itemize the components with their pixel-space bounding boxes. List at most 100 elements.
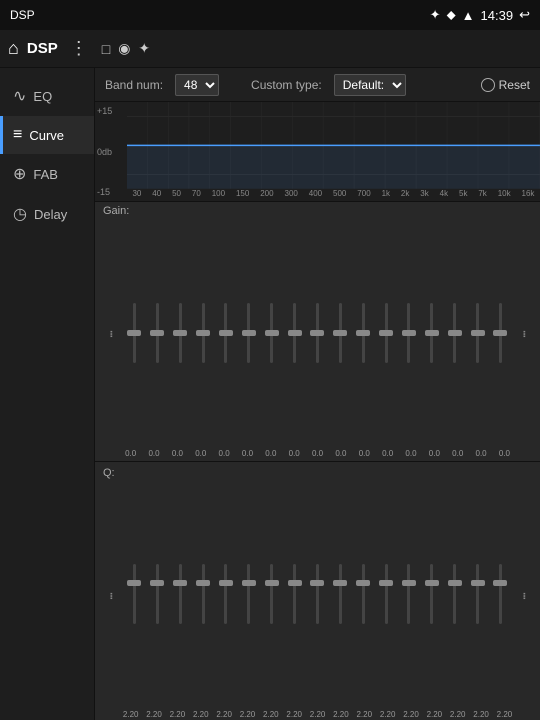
gain-slider-thumb-5[interactable] [242, 330, 256, 336]
gain-slider-track-15[interactable] [476, 303, 479, 363]
gain-slider-track-5[interactable] [247, 303, 250, 363]
sidebar-item-delay[interactable]: ◷ Delay [0, 194, 94, 234]
gain-dots-right[interactable]: ··· [512, 329, 536, 336]
gain-slider-thumb-3[interactable] [196, 330, 210, 336]
q-slider-thumb-16[interactable] [493, 580, 507, 586]
gain-slider-thumb-16[interactable] [493, 330, 507, 336]
gain-slider-track-10[interactable] [362, 303, 365, 363]
q-slider-track-12[interactable] [407, 564, 410, 624]
gain-slider-thumb-14[interactable] [448, 330, 462, 336]
gain-slider-track-3[interactable] [202, 303, 205, 363]
q-slider-track-14[interactable] [453, 564, 456, 624]
gain-slider-track-14[interactable] [453, 303, 456, 363]
gain-slider-thumb-0[interactable] [127, 330, 141, 336]
q-slider-thumb-0[interactable] [127, 580, 141, 586]
q-slider-container-3 [195, 563, 211, 625]
status-bar: DSP ✦ ⬥ ▲ 14:39 ↩ [0, 0, 540, 30]
q-slider-thumb-5[interactable] [242, 580, 256, 586]
reset-label: Reset [499, 78, 530, 92]
gain-slider-track-13[interactable] [430, 303, 433, 363]
custom-type-select[interactable]: Default: Custom [334, 74, 406, 96]
gain-slider-track-0[interactable] [133, 303, 136, 363]
q-slider-track-13[interactable] [430, 564, 433, 624]
q-slider-track-3[interactable] [202, 564, 205, 624]
sidebar-label-fab: FAB [33, 167, 58, 182]
gain-slider-thumb-4[interactable] [219, 330, 233, 336]
q-slider-track-9[interactable] [339, 564, 342, 624]
q-slider-thumb-4[interactable] [219, 580, 233, 586]
q-slider-track-15[interactable] [476, 564, 479, 624]
gain-slider-thumb-2[interactable] [173, 330, 187, 336]
q-slider-thumb-10[interactable] [356, 580, 370, 586]
gain-slider-thumb-12[interactable] [402, 330, 416, 336]
q-slider-track-0[interactable] [133, 564, 136, 624]
gain-slider-thumb-1[interactable] [150, 330, 164, 336]
q-slider-container-8 [309, 563, 325, 625]
q-slider-container-5 [241, 563, 257, 625]
home-icon[interactable]: ⌂ [8, 38, 19, 59]
sidebar-item-eq[interactable]: ∿ EQ [0, 76, 94, 116]
gain-slider-track-12[interactable] [407, 303, 410, 363]
gain-value-12: 0.0 [399, 449, 422, 458]
gain-values-row: 0.00.00.00.00.00.00.00.00.00.00.00.00.00… [95, 448, 540, 459]
gain-slider-track-1[interactable] [156, 303, 159, 363]
q-slider-track-7[interactable] [293, 564, 296, 624]
q-slider-track-4[interactable] [224, 564, 227, 624]
gain-slider-thumb-6[interactable] [265, 330, 279, 336]
q-slider-thumb-6[interactable] [265, 580, 279, 586]
gain-slider-thumb-11[interactable] [379, 330, 393, 336]
q-slider-thumb-14[interactable] [448, 580, 462, 586]
q-dots-right[interactable]: ··· [512, 591, 536, 598]
back-icon[interactable]: ↩ [519, 7, 530, 23]
q-slider-thumb-3[interactable] [196, 580, 210, 586]
reset-button[interactable]: Reset [481, 78, 530, 92]
gain-slider-thumb-9[interactable] [333, 330, 347, 336]
q-slider-thumb-11[interactable] [379, 580, 393, 586]
sidebar-label-curve: Curve [29, 128, 64, 143]
q-slider-thumb-8[interactable] [310, 580, 324, 586]
gain-slider-track-11[interactable] [385, 303, 388, 363]
gain-dots-left[interactable]: ··· [99, 329, 123, 336]
gain-slider-track-2[interactable] [179, 303, 182, 363]
gain-value-11: 0.0 [376, 449, 399, 458]
section-divider [95, 461, 540, 462]
gain-slider-track-6[interactable] [270, 303, 273, 363]
q-slider-track-5[interactable] [247, 564, 250, 624]
q-slider-col-1 [146, 563, 169, 625]
gain-slider-track-8[interactable] [316, 303, 319, 363]
gain-slider-thumb-10[interactable] [356, 330, 370, 336]
gain-slider-thumb-13[interactable] [425, 330, 439, 336]
q-slider-track-8[interactable] [316, 564, 319, 624]
sidebar-item-curve[interactable]: ≡ Curve [0, 116, 94, 154]
q-dots-left[interactable]: ··· [99, 591, 123, 598]
gain-slider-track-4[interactable] [224, 303, 227, 363]
q-slider-thumb-15[interactable] [471, 580, 485, 586]
freq-150: 150 [236, 189, 249, 198]
sidebar-item-fab[interactable]: ⊕ FAB [0, 154, 94, 194]
q-slider-track-16[interactable] [499, 564, 502, 624]
gain-slider-track-16[interactable] [499, 303, 502, 363]
gain-slider-container-3 [195, 302, 211, 364]
q-slider-thumb-12[interactable] [402, 580, 416, 586]
q-slider-thumb-1[interactable] [150, 580, 164, 586]
freq-2k: 2k [401, 189, 409, 198]
q-slider-thumb-2[interactable] [173, 580, 187, 586]
q-slider-thumb-9[interactable] [333, 580, 347, 586]
gain-slider-thumb-15[interactable] [471, 330, 485, 336]
q-slider-container-9 [332, 563, 348, 625]
band-num-select[interactable]: 48 32 16 [175, 74, 219, 96]
gain-slider-track-9[interactable] [339, 303, 342, 363]
q-slider-col-0 [123, 563, 146, 625]
q-slider-track-2[interactable] [179, 564, 182, 624]
q-slider-thumb-13[interactable] [425, 580, 439, 586]
q-slider-thumb-7[interactable] [288, 580, 302, 586]
gain-slider-thumb-7[interactable] [288, 330, 302, 336]
q-slider-track-1[interactable] [156, 564, 159, 624]
menu-icon[interactable]: ⋮ [70, 38, 88, 59]
gain-slider-track-7[interactable] [293, 303, 296, 363]
gain-slider-thumb-8[interactable] [310, 330, 324, 336]
gain-slider-container-4 [218, 302, 234, 364]
q-slider-track-11[interactable] [385, 564, 388, 624]
q-slider-track-10[interactable] [362, 564, 365, 624]
q-slider-track-6[interactable] [270, 564, 273, 624]
